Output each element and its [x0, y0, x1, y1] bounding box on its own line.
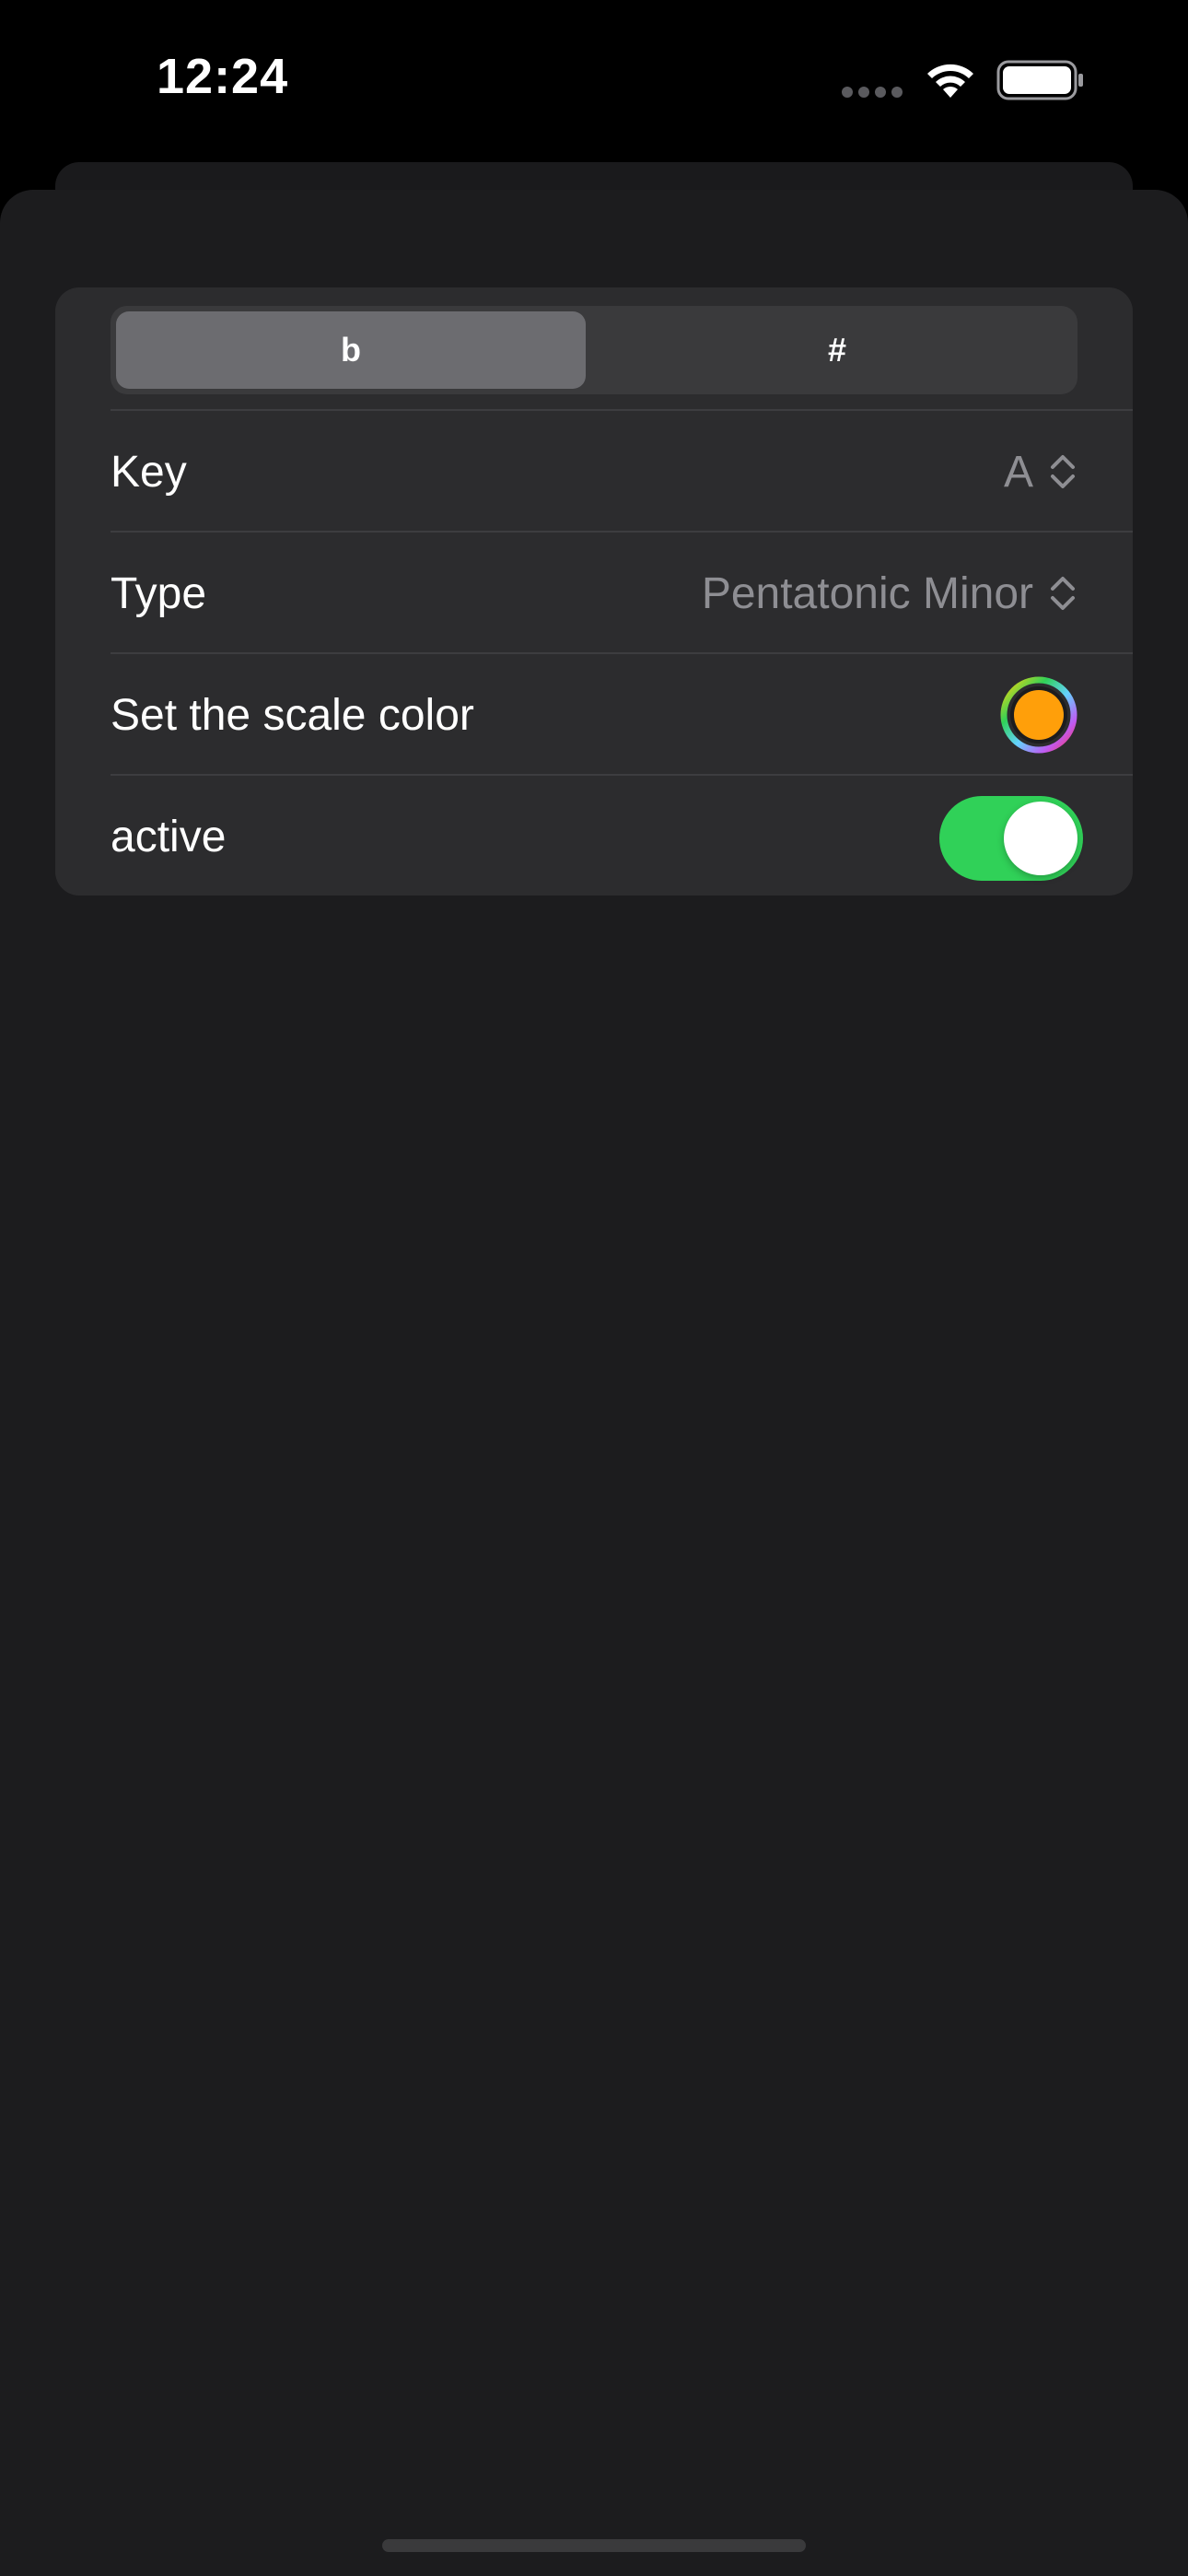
type-picker[interactable]: Pentatonic Minor [702, 533, 1077, 654]
cellular-signal-icon [842, 87, 906, 98]
key-row[interactable]: Key A [111, 409, 1133, 531]
home-indicator[interactable] [382, 2539, 806, 2552]
segment-sharp[interactable]: # [602, 311, 1072, 389]
segment-flat[interactable]: b [116, 311, 586, 389]
scale-settings-card: b # Key A Type Pentatonic Minor Set the … [55, 287, 1133, 896]
scale-color-row[interactable]: Set the scale color [111, 652, 1133, 774]
battery-icon [996, 60, 1083, 100]
type-value: Pentatonic Minor [701, 568, 1033, 618]
active-row: active [111, 774, 1133, 896]
key-value: A [1003, 447, 1033, 497]
type-row[interactable]: Type Pentatonic Minor [111, 531, 1133, 652]
key-label: Key [111, 447, 187, 497]
type-label: Type [111, 568, 207, 618]
status-bar: 12:24 [0, 0, 1188, 166]
accidental-segmented-control: b # [111, 306, 1077, 394]
chevron-updown-icon [1051, 455, 1075, 488]
scale-color-label: Set the scale color [111, 690, 474, 740]
toggle-knob [1004, 802, 1077, 875]
wifi-icon [927, 64, 973, 98]
chevron-updown-icon [1051, 577, 1075, 610]
status-time: 12:24 [157, 49, 289, 104]
color-picker-icon[interactable] [1000, 676, 1077, 754]
active-toggle[interactable] [939, 796, 1083, 881]
active-label: active [111, 812, 227, 861]
key-picker[interactable]: A [1004, 411, 1077, 533]
